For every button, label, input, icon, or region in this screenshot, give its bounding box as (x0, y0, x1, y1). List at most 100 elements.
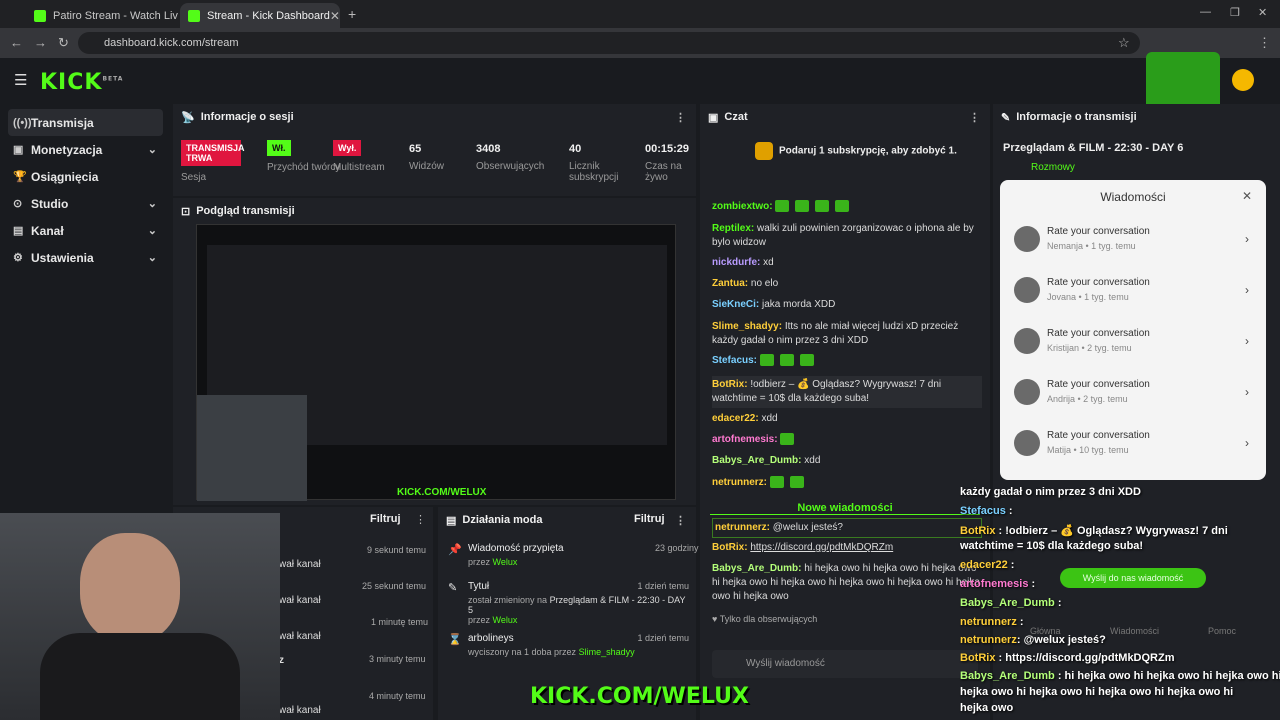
more-options-icon[interactable]: ⋮ (675, 514, 686, 527)
conversation-row[interactable]: Rate your conversation Jovana • 1 tyg. te… (1014, 271, 1249, 315)
home-tab[interactable]: Główna (1030, 626, 1061, 636)
money-icon: ▣ (13, 144, 24, 156)
hamburger-menu-icon[interactable]: ☰ (14, 71, 27, 89)
reload-icon[interactable]: ↻ (58, 35, 69, 51)
entry-text: wał kanał (279, 559, 321, 570)
mod-item-pinned: 📌 Wiadomość przypięta przez Welux 23 god… (448, 543, 721, 567)
stream-title: Przeglądam & FILM - 22:30 - DAY 6 (1003, 142, 1184, 154)
chat-message-hovered[interactable]: BotRix: !odbierz – 💰 Oglądasz? Wygrywasz… (712, 376, 982, 408)
webcam-thumbnail (197, 395, 307, 501)
emoji-avatar[interactable] (1232, 69, 1254, 91)
messages-tab[interactable]: Wiadomości (1110, 626, 1159, 636)
chat-message: Zantua: no elo (712, 278, 779, 289)
overlay-chat-line: netrunnerz : (960, 616, 1024, 628)
session-info-panel: 📡 Informacje o sesji ⋮ TRANSMISJA TRWA Sesj… (173, 104, 696, 196)
more-options-icon[interactable]: ⋮ (415, 513, 426, 526)
chevron-down-icon: ⌄ (147, 252, 157, 264)
title-edit-icon: ✎ (448, 582, 458, 594)
menu-icon[interactable]: ⋮ (1258, 35, 1271, 51)
filter-button[interactable]: Filtruj (634, 513, 665, 525)
sidebar-item-kanal[interactable]: ▤ Kanał ⌄ (8, 217, 163, 244)
browser-tab-active[interactable]: Stream - Kick Dashboard ✕ (180, 3, 340, 28)
chevron-right-icon: › (1245, 232, 1249, 246)
live-stat: TRANSMISJA TRWA Sesja (181, 140, 245, 183)
chat-message: artofnemesis: (712, 433, 982, 447)
chevron-down-icon: ⌄ (147, 198, 157, 210)
entry-time: 9 sekund temu (367, 545, 427, 555)
streamer-webcam (0, 513, 280, 720)
subs-stat: 40 Licznik subskrypcji (569, 143, 619, 183)
minimize-icon[interactable]: — (1200, 6, 1211, 18)
send-message-button[interactable]: Wyślij do nas wiadomość (1060, 568, 1206, 588)
stream-category[interactable]: Rozmowy (1031, 162, 1075, 173)
sub-goal-icon (755, 142, 773, 160)
kick-logo[interactable]: KICKBETA (40, 70, 123, 95)
overlay-chat-line: BotRix : https://discord.gg/pdtMkDQRZm (960, 652, 1175, 664)
gear-icon: ⚙ (13, 252, 23, 264)
preview-url-text: KICK.COM/WELUX (397, 487, 487, 498)
sidebar-item-monetyzacja[interactable]: ▣ Monetyzacja ⌄ (8, 136, 163, 163)
chat-message: Stefacus: (712, 354, 982, 368)
streamer-shirt (40, 633, 240, 720)
entry-text: wał kanał (279, 631, 321, 642)
browser-tab[interactable]: Patiro Stream - Watch Live ✕ (26, 3, 178, 28)
more-options-icon[interactable]: ⋮ (675, 111, 686, 124)
popup-title: Wiadomości (1100, 190, 1166, 204)
stream-url-overlay: KICK.COM/WELUX (530, 684, 749, 709)
viewers-stat: 65 Widzów (409, 143, 445, 172)
chevron-right-icon: › (1245, 283, 1249, 297)
filter-button[interactable]: Filtruj (370, 513, 401, 525)
streamer-face (80, 533, 180, 643)
panel-header: 📡 Informacje o sesji ⋮ (181, 111, 686, 124)
conversation-row[interactable]: Rate your conversation Nemanja • 1 tyg. t… (1014, 220, 1249, 264)
stream-icon: ((•)) (13, 116, 32, 129)
close-tab-icon[interactable]: ✕ (330, 9, 340, 23)
entry-text: wał kanał (279, 595, 321, 606)
sidebar-item-osiagniecia[interactable]: 🏆 Osiągnięcia (8, 163, 163, 190)
overlay-chat-line: artofnemesis : (960, 578, 1036, 590)
mod-item-title: ✎ Tytuł został zmieniony na Przeglądam &… (448, 581, 689, 625)
help-tab[interactable]: Pomoc (1208, 626, 1236, 636)
overlay-chat-line: hejka owo hi hejka owo hi hejka owo hi h… (960, 686, 1234, 698)
sub-goal-banner[interactable]: Podaruj 1 subskrypcję, aby zdobyć 1. (755, 142, 957, 160)
chevron-right-icon: › (1245, 334, 1249, 348)
top-nav: ☰ KICKBETA (0, 52, 1280, 120)
sidebar-item-ustawienia[interactable]: ⚙ Ustawienia ⌄ (8, 244, 163, 271)
stream-video[interactable]: KICK.COM/WELUX (196, 224, 676, 501)
chat-message: zombiextwo: (712, 200, 982, 214)
chat-message: netrunnerz: @welux jesteś? (712, 518, 982, 538)
kick-favicon-icon (188, 9, 200, 22)
chat-panel: ▣ Czat ⋮ Podaruj 1 subskrypcję, aby zdobyć… (700, 104, 990, 720)
new-tab-icon[interactable]: + (348, 6, 356, 22)
back-icon[interactable]: ← (10, 35, 23, 50)
signal-icon: 📡 (181, 111, 195, 124)
overlay-chat-line: Babys_Are_Dumb : hi hejka owo hi hejka o… (960, 670, 1280, 682)
followers-stat: 3408 Obserwujących (476, 143, 545, 172)
bookmark-star-icon[interactable]: ☆ (1118, 35, 1130, 51)
messages-popup: Wiadomości ✕ Rate your conversation Neman… (1000, 180, 1266, 480)
close-window-icon[interactable]: ✕ (1258, 6, 1267, 19)
mod-item-timeout: ⌛ arbolineys wyciszony na 1 doba przez S… (448, 633, 689, 657)
sidebar-item-transmisja[interactable]: ((•)) Transmisja (8, 109, 163, 136)
tab-title: Patiro Stream - Watch Live (53, 9, 178, 22)
conversation-row[interactable]: Rate your conversation Andrija • 2 tyg. t… (1014, 373, 1249, 417)
chat-message: BotRix: https://discord.gg/pdtMkDQRZm (712, 542, 894, 553)
entry-time: 4 minuty temu (369, 691, 426, 701)
forward-icon[interactable]: → (34, 35, 47, 50)
pin-icon: 📌 (448, 544, 462, 556)
browser-tab-bar: Patiro Stream - Watch Live ✕ Stream - Ki… (0, 0, 1280, 28)
more-options-icon[interactable]: ⋮ (969, 111, 980, 124)
url-field[interactable]: dashboard.kick.com/stream (78, 32, 1140, 54)
restore-icon[interactable]: ❐ (1230, 6, 1240, 19)
panel-header: ▤ Działania moda Filtruj ⋮ (446, 513, 686, 527)
conversation-row[interactable]: Rate your conversation Kristijan • 2 tyg.… (1014, 322, 1249, 366)
sidebar-item-studio[interactable]: ⊙ Studio ⌄ (8, 190, 163, 217)
close-popup-icon[interactable]: ✕ (1242, 189, 1252, 203)
chat-message: Slime_shadyy: Itts no ale miał więcej lu… (712, 321, 959, 346)
chat-message: Babys_Are_Dumb: hi hejka owo hi hejka ow… (712, 563, 980, 602)
chat-input[interactable]: Wyślij wiadomość (712, 650, 978, 678)
channel-icon: ▤ (13, 225, 24, 237)
conversation-row[interactable]: Rate your conversation Matija • 10 tyg. t… (1014, 424, 1249, 468)
time-stat: 00:15:29 Czas na żywo (645, 143, 690, 183)
chat-message: Babys_Are_Dumb: xdd (712, 455, 821, 466)
